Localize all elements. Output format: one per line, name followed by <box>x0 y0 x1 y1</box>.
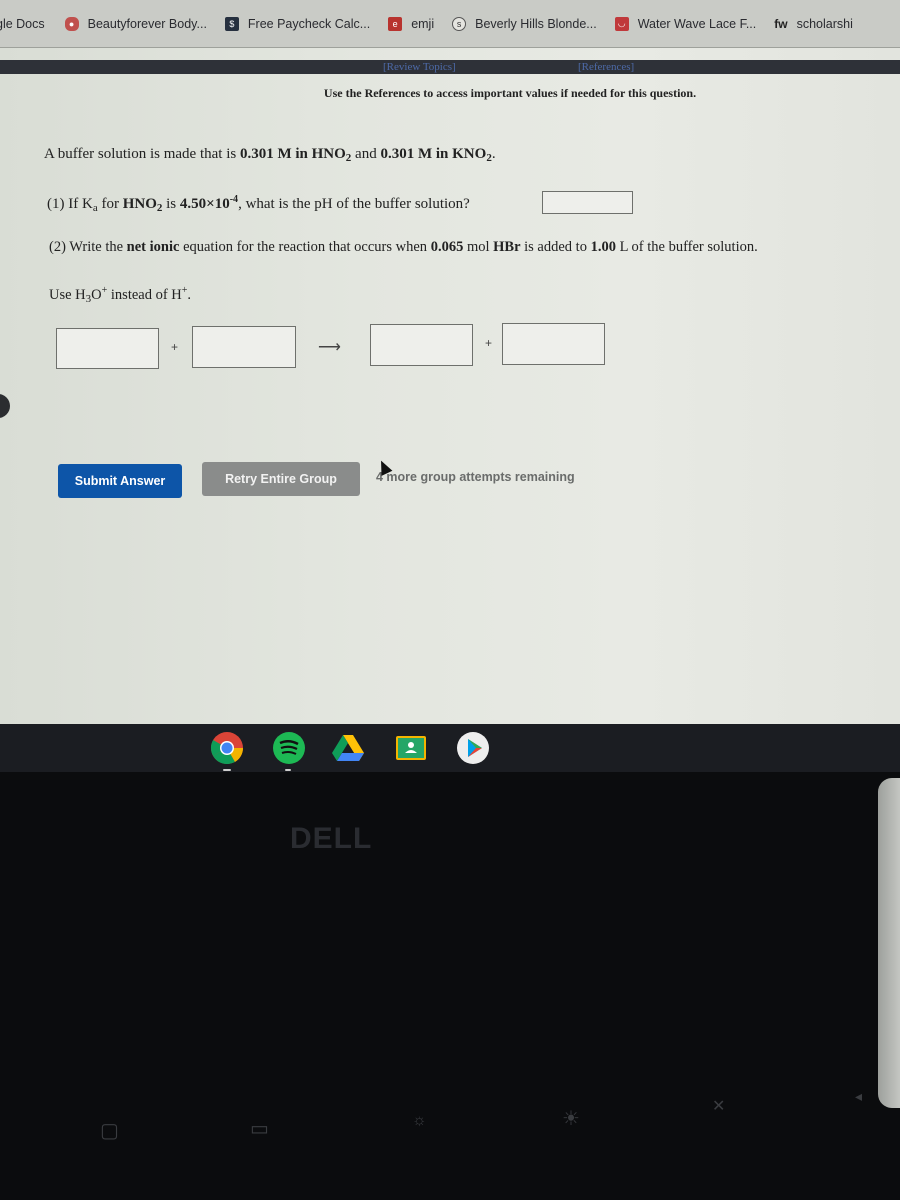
question-part-1: (1) If Ka for HNO2 is 4.50×10-4, what is… <box>47 194 470 214</box>
aliexpress-icon: ◡ <box>614 16 629 31</box>
volume: 1.00 <box>590 239 616 255</box>
google-classroom-icon[interactable] <box>394 731 428 765</box>
paycheck-icon: $ <box>224 16 239 31</box>
bookmark-label: Free Paycheck Calc... <box>247 16 371 31</box>
reagent: HBr <box>493 239 521 255</box>
window-switch-key-icon: ▭ <box>250 1118 269 1140</box>
side-tab-icon[interactable] <box>0 394 10 418</box>
brightness-down-key-icon: ☼ <box>412 1112 427 1129</box>
attempts-remaining: 4 more group attempts remaining <box>376 470 575 484</box>
text: (2) Write the <box>49 239 127 255</box>
text: and <box>351 146 381 162</box>
question-part-2: (2) Write the net ionic equation for the… <box>49 239 758 256</box>
product-2-input[interactable] <box>502 323 605 365</box>
bookmark-label: gle Docs <box>0 16 45 31</box>
hydronium-hint: Use H3O+ instead of H+. <box>49 285 191 305</box>
bookmark-label: Beautyforever Body... <box>87 16 207 31</box>
beverly-hills-icon: s <box>452 16 467 31</box>
brightness-up-key-icon: ☀ <box>562 1108 580 1130</box>
reaction-arrow: ⟶ <box>318 339 341 356</box>
paper-edge <box>878 778 900 1108</box>
text: instead of H <box>107 287 182 303</box>
text: O <box>91 287 102 303</box>
bookmark-label: Beverly Hills Blonde... <box>475 16 597 31</box>
play-store-icon[interactable] <box>456 731 490 765</box>
question-page: [Review Topics] [References] Use the Ref… <box>0 48 900 724</box>
bookmark-scholarships[interactable]: fw scholarshi <box>774 17 853 31</box>
spotify-icon[interactable] <box>272 731 306 771</box>
product-1-input[interactable] <box>370 324 473 366</box>
text: . <box>187 287 192 303</box>
concentration-1: 0.301 M in HNO <box>239 146 346 162</box>
ka-value: 4.50×10 <box>179 196 230 212</box>
chrome-icon[interactable] <box>210 731 244 771</box>
concentration-2: 0.301 M in KNO <box>380 146 487 162</box>
bookmark-emji[interactable]: e emji <box>388 16 435 31</box>
bookmark-label: Water Wave Lace F... <box>637 16 757 31</box>
references-bar: [Review Topics] [References] <box>0 60 900 74</box>
references-link[interactable]: [References] <box>578 61 634 73</box>
volume-key-icon: ◂ <box>855 1088 863 1104</box>
bookmark-google-docs[interactable]: gle Docs <box>0 17 45 31</box>
text: mol <box>463 239 494 255</box>
exponent: -4 <box>229 194 239 205</box>
acid-formula: HNO <box>122 196 157 212</box>
bookmark-label: emji <box>411 16 435 31</box>
review-topics-link[interactable]: [Review Topics] <box>383 61 456 73</box>
text: L of the buffer solution. <box>615 239 758 255</box>
os-shelf <box>0 724 900 772</box>
text: . <box>491 146 496 162</box>
text: , what is the pH of the buffer solution? <box>238 196 470 212</box>
bookmark-label: scholarshi <box>796 16 853 31</box>
bookmark-beautyforever[interactable]: ● Beautyforever Body... <box>64 16 207 31</box>
running-indicator <box>223 769 231 771</box>
bookmark-beverly-hills[interactable]: s Beverly Hills Blonde... <box>452 16 597 31</box>
plus-sign: + <box>485 336 493 350</box>
dell-logo: DELL <box>290 822 373 855</box>
text: is added to <box>520 239 591 255</box>
reactant-1-input[interactable] <box>56 328 159 369</box>
bookmark-water-wave[interactable]: ◡ Water Wave Lace F... <box>614 16 757 31</box>
emji-icon: e <box>388 16 403 31</box>
text: equation for the reaction that occurs wh… <box>179 239 431 255</box>
plus-sign: + <box>171 340 179 354</box>
overview-key-icon: ▢ <box>100 1120 119 1142</box>
emphasis: net ionic <box>126 239 180 255</box>
laptop-bezel: DELL ▢ ▭ ☼ ☀ ✕ ◂ <box>0 772 900 1200</box>
references-notice: Use the References to access important v… <box>323 86 697 100</box>
fastweb-icon: fw <box>774 16 788 31</box>
submit-answer-button[interactable]: Submit Answer <box>58 464 182 498</box>
amount: 0.065 <box>430 239 464 255</box>
bookmarks-bar: gle Docs ● Beautyforever Body... $ Free … <box>0 0 900 48</box>
bookmark-free-paycheck[interactable]: $ Free Paycheck Calc... <box>224 16 371 31</box>
mute-key-icon: ✕ <box>712 1098 726 1115</box>
running-indicator <box>285 769 291 771</box>
beautyforever-icon: ● <box>64 16 79 31</box>
reactant-2-input[interactable] <box>192 326 296 368</box>
text: for <box>97 196 123 212</box>
question-intro: A buffer solution is made that is 0.301 … <box>44 146 496 164</box>
text: is <box>162 196 180 212</box>
ph-answer-input[interactable] <box>542 191 633 214</box>
text: Use H <box>49 287 86 303</box>
text: (1) If K <box>47 196 93 212</box>
text: A buffer solution is made that is <box>44 146 240 162</box>
google-drive-icon[interactable] <box>331 731 365 765</box>
retry-entire-group-button[interactable]: Retry Entire Group <box>202 462 360 496</box>
